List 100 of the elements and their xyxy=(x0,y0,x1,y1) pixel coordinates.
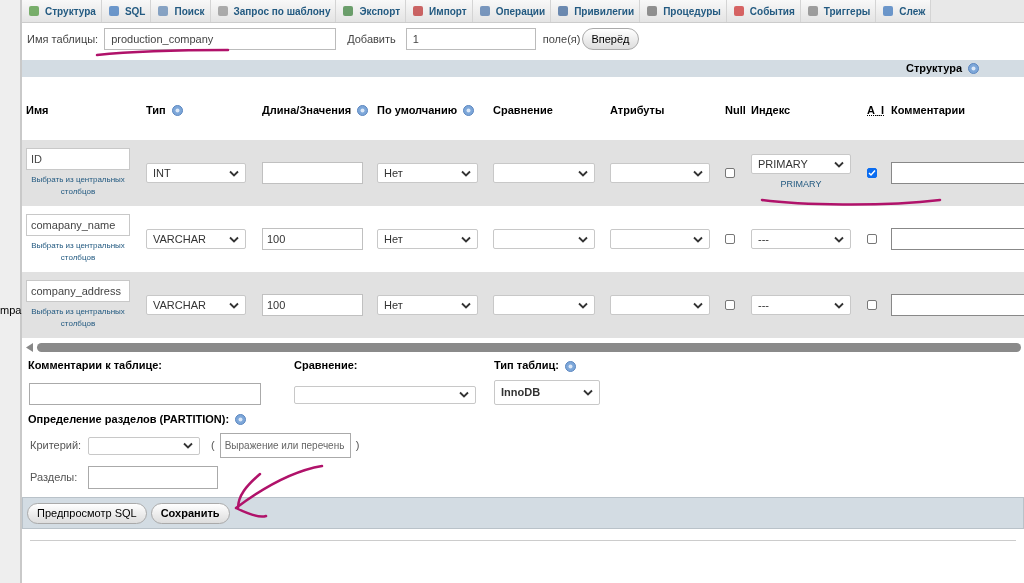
tab-icon xyxy=(556,4,571,18)
help-icon[interactable] xyxy=(564,360,576,372)
index-label: PRIMARY xyxy=(780,178,822,192)
criterion-label: Критерий: xyxy=(30,438,83,454)
chevron-icon xyxy=(693,235,703,243)
chevron-icon xyxy=(693,301,703,309)
sidebar-text: mpa xyxy=(0,303,22,318)
column-header: Null xyxy=(725,103,746,116)
forward-button[interactable]: Вперёд xyxy=(582,28,639,50)
tab[interactable]: Экспорт xyxy=(336,0,407,22)
help-icon[interactable] xyxy=(968,63,979,74)
chevron-icon xyxy=(578,169,588,177)
checkbox[interactable] xyxy=(867,168,877,178)
fields-label: поле(я) xyxy=(542,31,581,47)
chevron-icon xyxy=(229,301,239,309)
preview-sql-button[interactable]: Предпросмотр SQL xyxy=(27,502,147,524)
length-field[interactable] xyxy=(262,162,363,184)
tab[interactable]: Процедуры xyxy=(640,0,727,22)
checkbox[interactable] xyxy=(725,300,735,310)
index-select[interactable]: --- xyxy=(751,295,851,315)
help-icon[interactable] xyxy=(235,414,247,426)
default-select[interactable]: Нет xyxy=(377,295,478,315)
comment-field[interactable] xyxy=(891,228,1024,250)
checkbox[interactable] xyxy=(867,234,877,244)
length-field[interactable]: 100 xyxy=(262,294,363,316)
chevron-icon xyxy=(578,235,588,243)
chevron-icon xyxy=(461,169,471,177)
collation-label: Сравнение: xyxy=(294,358,359,373)
help-icon[interactable] xyxy=(463,105,475,117)
open-paren: ( xyxy=(211,438,215,454)
tab-icon xyxy=(731,4,746,18)
save-button[interactable]: Сохранить xyxy=(150,502,230,524)
tab-icon xyxy=(215,4,230,18)
central-columns-link[interactable]: Выбрать из центральных столбцов xyxy=(26,240,130,264)
tab[interactable]: Слеж xyxy=(876,0,932,22)
tab[interactable]: Импорт xyxy=(406,0,473,22)
type-select[interactable]: VARCHAR xyxy=(146,295,246,315)
expression-field[interactable]: Выражение или перечень xyxy=(219,433,351,458)
type-select[interactable]: INT xyxy=(146,163,246,183)
column-header: Длина/Значения xyxy=(262,103,352,116)
chevron-icon xyxy=(834,301,844,309)
help-icon[interactable] xyxy=(171,105,183,117)
partition-label: Определение разделов (PARTITION): xyxy=(28,412,230,425)
tab-icon xyxy=(477,4,492,18)
tab-icon xyxy=(411,4,426,18)
table-name-label: Имя таблицы: xyxy=(27,31,99,47)
default-select[interactable]: Нет xyxy=(377,163,478,183)
index-select[interactable]: --- xyxy=(751,229,851,249)
column-name-field[interactable]: company_address xyxy=(26,280,130,302)
checkbox[interactable] xyxy=(867,300,877,310)
table-name-field[interactable]: production_company xyxy=(104,28,337,50)
tab[interactable]: Привилегии xyxy=(551,0,641,22)
column-name-field[interactable]: comapany_name xyxy=(26,214,130,236)
tab[interactable]: Запрос по шаблону xyxy=(210,0,337,22)
type-select[interactable]: VARCHAR xyxy=(146,229,246,249)
column-header: Тип xyxy=(146,103,166,116)
tab-icon xyxy=(156,4,171,18)
table-type-select[interactable]: InnoDB xyxy=(494,379,600,405)
chevron-icon xyxy=(578,301,588,309)
tab-icon xyxy=(106,4,121,18)
column-header: Сравнение xyxy=(493,103,553,116)
table-comment-field[interactable] xyxy=(29,382,261,405)
tab[interactable]: События xyxy=(726,0,801,22)
tab[interactable]: Поиск xyxy=(151,0,211,22)
tab-icon xyxy=(805,4,820,18)
tab[interactable]: SQL xyxy=(101,0,152,22)
tab[interactable]: Триггеры xyxy=(800,0,877,22)
chevron-icon xyxy=(583,388,593,396)
comment-field[interactable] xyxy=(891,162,1024,184)
column-name-field[interactable]: ID xyxy=(26,148,130,170)
column-header: A_I xyxy=(867,103,885,116)
central-columns-link[interactable]: Выбрать из центральных столбцов xyxy=(26,306,130,330)
scroll-left-icon[interactable] xyxy=(26,342,33,352)
help-icon[interactable] xyxy=(357,105,369,117)
chevron-icon xyxy=(461,235,471,243)
tab[interactable]: Операции xyxy=(472,0,552,22)
partitions-field[interactable] xyxy=(88,466,218,489)
table-type-label: Тип таблиц: xyxy=(494,359,559,371)
column-header: Индекс xyxy=(751,103,791,116)
chevron-icon xyxy=(834,160,844,168)
column-header: Имя xyxy=(26,103,49,116)
central-columns-link[interactable]: Выбрать из центральных столбцов xyxy=(26,174,130,198)
chevron-icon xyxy=(693,169,703,177)
chevron-icon xyxy=(834,235,844,243)
add-count-field[interactable]: 1 xyxy=(405,28,536,50)
column-header: По умолчанию xyxy=(377,103,458,116)
default-select[interactable]: Нет xyxy=(377,229,478,249)
checkbox[interactable] xyxy=(725,234,735,244)
length-field[interactable]: 100 xyxy=(262,228,363,250)
checkbox[interactable] xyxy=(725,168,735,178)
tab[interactable]: Структура xyxy=(22,0,102,22)
index-select[interactable]: PRIMARY xyxy=(751,154,851,175)
chevron-icon xyxy=(183,442,193,449)
chevron-icon xyxy=(461,301,471,309)
scrollbar-thumb[interactable] xyxy=(37,342,1021,352)
table-comment-label: Комментарии к таблице: xyxy=(28,358,163,373)
comment-field[interactable] xyxy=(891,294,1024,316)
tab-icon xyxy=(341,4,356,18)
tab-icon xyxy=(881,4,896,18)
tab-icon xyxy=(27,4,41,18)
